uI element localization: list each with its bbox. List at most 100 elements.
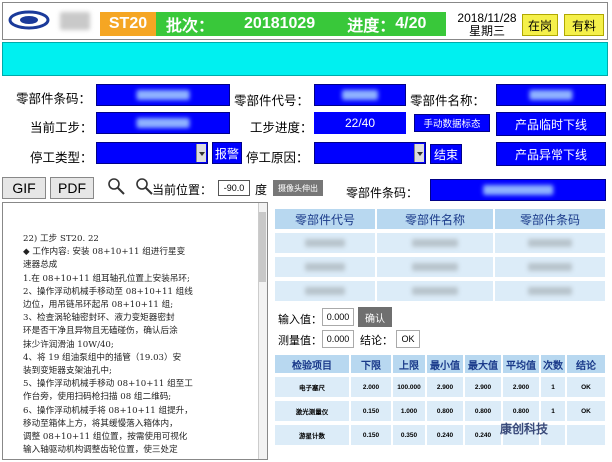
table-row[interactable] <box>494 280 606 302</box>
document-line: 调整 08+10+11 组位置，按需使用可视化 <box>23 432 188 443</box>
chevron-down-icon[interactable] <box>196 144 206 162</box>
parts-header-code: 零部件代号 <box>274 208 376 230</box>
toolbar-barcode-field[interactable] <box>430 179 606 201</box>
inspection-table-cell: 0.240 <box>426 424 464 446</box>
document-line: 3、检查涡轮轴密封环、液力变矩器密封 <box>23 313 175 324</box>
position-value: -90.0 <box>218 180 250 196</box>
input-value-field[interactable]: 0.000 <box>322 308 354 326</box>
table-row[interactable] <box>376 256 494 278</box>
parts-header-barcode: 零部件条码 <box>494 208 606 230</box>
batch-label: 批次： <box>166 18 215 35</box>
document-line: 速器总成 <box>23 260 58 271</box>
part-code-label: 零部件代号： <box>234 94 310 108</box>
stop-reason-label: 停工原因： <box>246 151 309 165</box>
batch-value: 20181029 <box>244 15 316 32</box>
inspection-table-cell <box>566 424 606 446</box>
document-line: 输入轴驱动机构调整齿轮位置，使三处定 <box>23 445 178 456</box>
company-logo <box>8 10 50 30</box>
current-step-label: 当前工步： <box>30 121 93 135</box>
probe-extend-button[interactable]: 摄像头伸出 <box>273 180 323 196</box>
zoom-out-icon[interactable] <box>134 176 154 196</box>
measured-value-field: 0.000 <box>322 330 354 348</box>
stop-type-label: 停工类型： <box>30 151 93 165</box>
document-line: 1.在 08+10+11 组耳轴孔位置上安装吊环; <box>23 273 190 284</box>
inspection-table-cell: 2.900 <box>426 376 464 398</box>
part-name-label: 零部件名称： <box>410 94 486 108</box>
table-row[interactable] <box>376 280 494 302</box>
step-progress-label: 工步进度： <box>250 121 313 135</box>
inspection-header-cell: 次数 <box>540 354 566 374</box>
scrollbar-thumb[interactable] <box>259 212 266 282</box>
inspection-table-cell: 0.800 <box>426 400 464 422</box>
part-barcode-field[interactable] <box>96 84 230 106</box>
gif-button[interactable]: GIF <box>2 177 46 199</box>
toolbar-barcode-label: 零部件条码： <box>346 186 419 200</box>
watermark: 康创科技 <box>500 422 549 436</box>
inspection-table-cell: 0.240 <box>464 424 502 446</box>
zoom-in-icon[interactable] <box>106 176 126 196</box>
table-row[interactable] <box>274 232 376 254</box>
progress-label: 进度： <box>347 18 396 35</box>
date-display: 2018/11/28 星期三 <box>452 12 522 38</box>
inspection-header-cell: 平均值 <box>502 354 540 374</box>
inspection-table-cell: 1 <box>540 376 566 398</box>
inspection-table-cell: 激光测量仪 <box>274 400 350 422</box>
table-row[interactable] <box>376 232 494 254</box>
inspection-table-cell: 1 <box>540 400 566 422</box>
inspection-header-cell: 上限 <box>392 354 426 374</box>
measured-value-label: 测量值： <box>278 335 322 347</box>
inspection-table-cell: 2.900 <box>502 376 540 398</box>
table-row[interactable] <box>494 256 606 278</box>
document-line: 5、操作浮动机械手移动 08+10+11 组至工 <box>23 379 193 390</box>
inspection-header-cell: 结论 <box>566 354 606 374</box>
current-position-label: 当前位置： <box>152 183 213 197</box>
document-text: 22) 工步 ST20. 22 ◆ 工作内容: 安装 08+10+11 组进行星变… <box>23 233 255 457</box>
table-row[interactable] <box>274 280 376 302</box>
inspection-table-cell: 0.150 <box>350 400 392 422</box>
inspection-table-cell: 电子塞尺 <box>274 376 350 398</box>
inspection-table-cell: 0.800 <box>464 400 502 422</box>
end-button[interactable]: 结束 <box>430 144 462 164</box>
onduty-button[interactable]: 在岗 <box>522 14 558 36</box>
conclusion-value: OK <box>396 330 420 348</box>
pdf-button[interactable]: PDF <box>50 177 94 199</box>
document-line: 移动至箱体上方，将其缓慢落入箱体内， <box>23 418 178 429</box>
chevron-down-icon[interactable] <box>414 144 424 162</box>
parts-header-name: 零部件名称 <box>376 208 494 230</box>
inspection-table-cell: OK <box>566 400 606 422</box>
inspection-table-cell: OK <box>566 376 606 398</box>
part-code-field[interactable] <box>314 84 406 106</box>
material-button[interactable]: 有料 <box>564 14 604 36</box>
part-name-field[interactable] <box>496 84 606 106</box>
work-instruction-document: 22) 工步 ST20. 22 ◆ 工作内容: 安装 08+10+11 组进行星变… <box>2 202 268 460</box>
manual-tag-button[interactable]: 手动数据标态 <box>414 114 490 132</box>
table-row[interactable] <box>274 256 376 278</box>
document-line: 抹少许润滑油 10W/40; <box>23 339 114 350</box>
alarm-button[interactable]: 报警 <box>212 142 242 164</box>
step-progress-value: 22/40 <box>314 112 406 134</box>
document-line: ◆ 工作内容: 安装 08+10+11 组进行星变 <box>23 247 186 258</box>
blurred-company-name <box>60 12 90 30</box>
inspection-table-cell: 2.000 <box>350 376 392 398</box>
inspection-header-cell: 下限 <box>350 354 392 374</box>
stop-reason-select[interactable] <box>314 142 426 164</box>
table-row[interactable] <box>494 232 606 254</box>
stop-type-select[interactable] <box>96 142 208 164</box>
abnormal-offline-button[interactable]: 产品异常下线 <box>496 142 606 166</box>
inspection-header-cell: 检验项目 <box>274 354 350 374</box>
station-badge: ST20 <box>100 12 156 36</box>
message-banner <box>2 42 608 76</box>
inspection-table-cell: 0.150 <box>350 424 392 446</box>
inspection-table-cell: 0.350 <box>392 424 426 446</box>
inspection-table-cell: 游星计数 <box>274 424 350 446</box>
inspection-header-cell: 最小值 <box>426 354 464 374</box>
current-step-field[interactable] <box>96 112 230 134</box>
temp-offline-button[interactable]: 产品临时下线 <box>496 112 606 136</box>
document-line: 4、将 19 组油泵组中的插管（19.03）安 <box>23 352 182 363</box>
input-value-label: 输入值： <box>278 314 322 326</box>
document-line: 6、操作浮动机械手将 08+10+11 组提升， <box>23 405 193 416</box>
document-line: 2、操作浮动机械手移动至 08+10+11 组线 <box>23 286 193 297</box>
document-line: 作台旁，使用扫码枪扫描 08 组二维码; <box>23 392 172 403</box>
confirm-button[interactable]: 确认 <box>358 307 392 327</box>
inspection-header-cell: 最大值 <box>464 354 502 374</box>
